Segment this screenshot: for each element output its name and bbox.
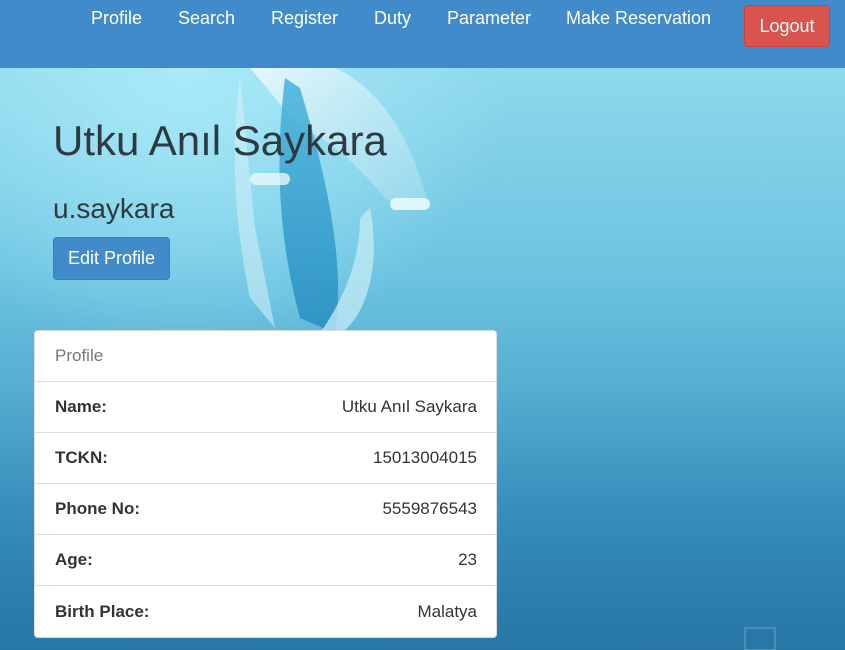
nav-item-make-reservation[interactable]: Make Reservation (566, 8, 711, 29)
username-subtitle: u.saykara (53, 193, 175, 224)
nav-item-profile[interactable]: Profile (91, 8, 142, 29)
nav-item-parameter[interactable]: Parameter (447, 8, 531, 29)
profile-panel-heading: Profile (35, 331, 496, 382)
row-value: Utku Anıl Saykara (341, 397, 477, 416)
top-navbar: Profile Search Register Duty Parameter M… (0, 0, 845, 68)
row-value: 5559876543 (382, 499, 477, 518)
profile-panel: Profile Name: Utku Anıl Saykara TCKN: 15… (34, 330, 497, 638)
row-value: 15013004015 (372, 448, 477, 467)
nav-item-search[interactable]: Search (178, 8, 235, 29)
profile-row-phone: Phone No: 5559876543 (35, 484, 496, 535)
row-label: Name: (55, 397, 107, 416)
row-label: Age: (55, 550, 93, 569)
row-label: Phone No: (55, 499, 140, 518)
page-title: Utku Anıl Saykara (53, 117, 387, 164)
logout-button[interactable]: Logout (744, 5, 830, 47)
nav-item-register[interactable]: Register (271, 8, 338, 29)
profile-row-birth-place: Birth Place: Malatya (35, 586, 496, 637)
edit-profile-button[interactable]: Edit Profile (53, 237, 170, 280)
row-value: 23 (458, 550, 477, 569)
nav-item-duty[interactable]: Duty (374, 8, 411, 29)
row-label: TCKN: (55, 448, 108, 467)
row-value: Malatya (417, 601, 477, 621)
profile-row-tckn: TCKN: 15013004015 (35, 433, 496, 484)
profile-row-age: Age: 23 (35, 535, 496, 586)
row-label: Birth Place: (55, 601, 150, 621)
profile-row-name: Name: Utku Anıl Saykara (35, 382, 496, 433)
